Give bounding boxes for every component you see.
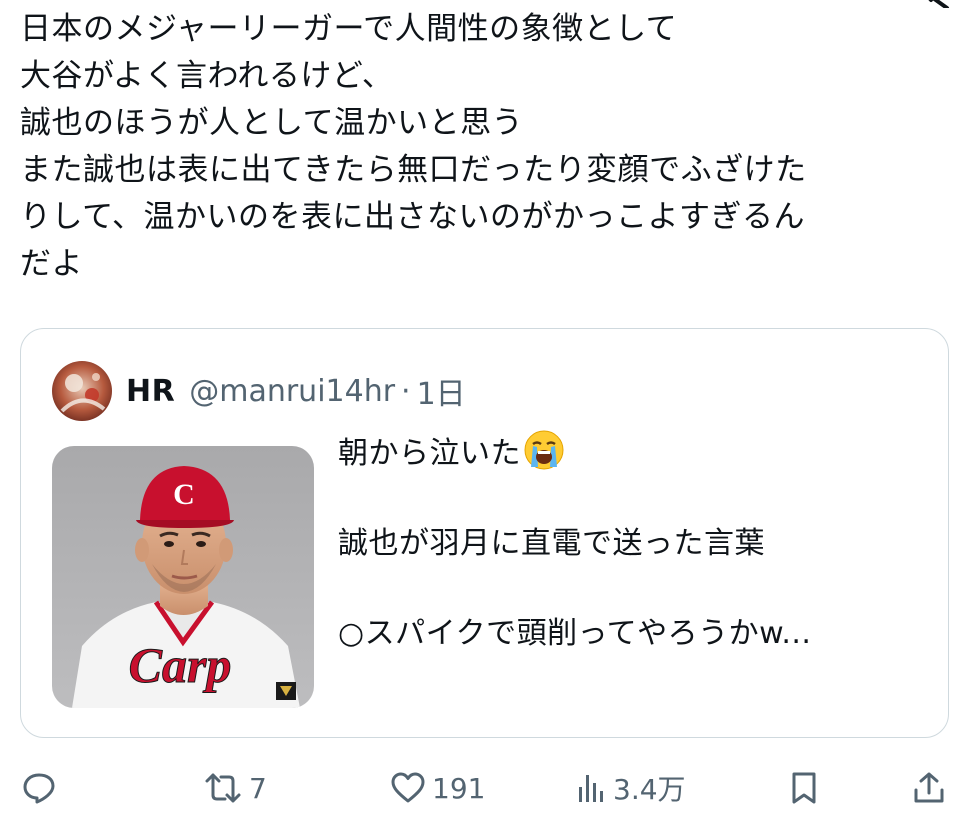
tweet-body: 日本のメジャーリーガーで人間性の象徴として 大谷がよく言われるけど、 誠也のほう…	[20, 6, 950, 288]
share-icon	[914, 772, 944, 803]
quoted-text-line: 誠也が羽月に直電で送った言葉	[338, 526, 765, 561]
retweet-count: 7	[249, 771, 267, 805]
bookmark-icon	[792, 772, 816, 804]
quoted-tweet-header: HR @manrui14hr · 1日	[52, 361, 466, 421]
quoted-text-line: ○スパイクで頭削ってやろうかw...	[338, 616, 812, 651]
svg-text:C: C	[173, 478, 195, 511]
tweet-text-line: 大谷がよく言われるけど、	[20, 58, 394, 94]
svg-text:Carp: Carp	[129, 637, 232, 693]
heart-icon	[391, 772, 425, 803]
bookmark-button[interactable]	[787, 758, 821, 818]
like-button[interactable]: 191	[390, 758, 485, 818]
tweet-text-line: だよ	[20, 246, 83, 282]
retweet-button[interactable]: 7	[203, 758, 267, 818]
loudly-crying-face-icon	[524, 430, 564, 470]
display-name[interactable]: HR	[126, 374, 175, 409]
avatar[interactable]	[52, 361, 112, 421]
views-chart-icon	[579, 775, 603, 802]
tweet-text-line: 日本のメジャーリーガーで人間性の象徴として	[20, 11, 678, 47]
tweet-detail: 日本のメジャーリーガーで人間性の象徴として 大谷がよく言われるけど、 誠也のほう…	[0, 0, 979, 829]
quoted-tweet-card[interactable]: HR @manrui14hr · 1日 C Carp 朝から泣いた 誠也が羽月に…	[20, 328, 949, 738]
timestamp[interactable]: 1日	[417, 369, 466, 413]
reply-icon	[23, 773, 55, 804]
retweet-icon	[205, 773, 241, 803]
like-count: 191	[432, 771, 486, 805]
separator-dot: ·	[401, 373, 411, 409]
view-count: 3.4万	[613, 773, 686, 806]
reply-button[interactable]	[22, 758, 62, 818]
quoted-text-line: 朝から泣いた	[338, 436, 521, 471]
quoted-tweet-body: 朝から泣いた 誠也が羽月に直電で送った言葉 ○スパイクで頭削ってやろうかw...	[338, 429, 928, 656]
user-handle[interactable]: @manrui14hr	[189, 374, 395, 409]
share-button[interactable]	[912, 758, 946, 818]
tweet-action-bar: 7 191 3.4万	[0, 758, 979, 818]
tweet-text-line: 誠也のほうが人として温かいと思う	[20, 105, 524, 141]
views-button[interactable]: 3.4万	[577, 758, 686, 818]
quoted-text-line: 朝から泣いた	[338, 429, 928, 476]
player-photo[interactable]: C Carp	[52, 446, 314, 708]
tweet-text-line: りして、温かいのを表に出さないのがかっこよすぎるん	[20, 199, 806, 235]
tweet-text-line: また誠也は表に出てきたら無口だったり変顔でふざけた	[20, 152, 807, 188]
